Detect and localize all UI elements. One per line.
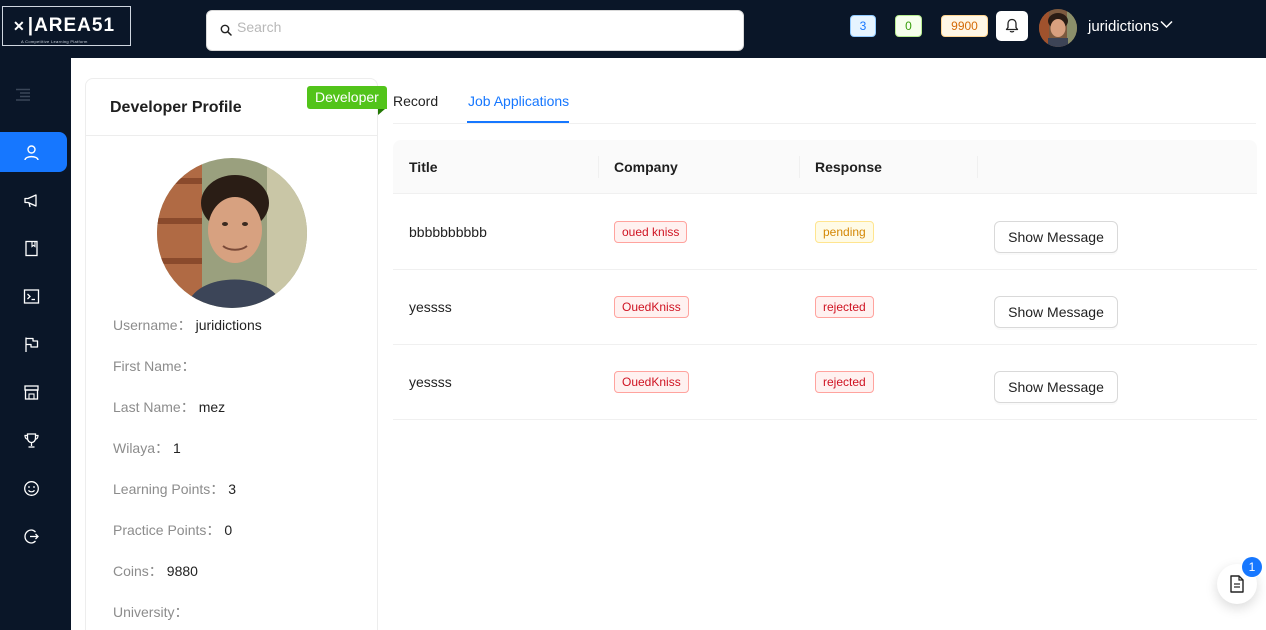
ribbon-corner	[378, 109, 385, 115]
sidebar-item-courses[interactable]	[0, 228, 67, 268]
show-message-button[interactable]: Show Message	[994, 221, 1118, 253]
column-divider	[977, 156, 978, 178]
column-divider	[799, 156, 800, 178]
column-header-response[interactable]: Response	[815, 159, 882, 175]
trophy-icon	[24, 432, 39, 448]
logo-wordmark: ✕ |AREA51	[13, 15, 116, 36]
username-label[interactable]: juridictions	[1088, 18, 1159, 35]
table-header: Title Company Response	[393, 140, 1257, 194]
field-coins: Coins： 9880	[113, 563, 198, 579]
logo-tagline: A Competitive Learning Platform	[21, 39, 88, 44]
cell-title: bbbbbbbbbb	[409, 224, 487, 240]
bell-icon	[1005, 18, 1019, 33]
stat-badge-blue: 3	[850, 15, 876, 37]
terminal-icon	[23, 288, 40, 304]
megaphone-icon	[24, 193, 37, 207]
top-bar: ✕ |AREA51 A Competitive Learning Platform…	[0, 0, 1266, 58]
shop-icon	[24, 384, 39, 400]
field-last-name: Last Name： mez	[113, 399, 226, 415]
company-tag: OuedKniss	[614, 296, 689, 318]
field-username: Username： juridictions	[113, 317, 262, 333]
satellite-icon: ✕	[13, 18, 26, 34]
chevron-down-icon[interactable]	[1160, 20, 1173, 29]
search-icon	[220, 24, 232, 36]
notifications-button[interactable]	[996, 11, 1028, 41]
sidebar-item-community[interactable]	[0, 468, 67, 508]
field-wilaya: Wilaya： 1	[113, 440, 181, 456]
sidebar-item-logout[interactable]	[0, 516, 67, 556]
field-first-name: First Name：	[113, 358, 196, 374]
company-tag: OuedKniss	[614, 371, 689, 393]
menu-fold-icon[interactable]	[15, 88, 31, 102]
response-tag: rejected	[815, 371, 874, 393]
file-text-icon	[1230, 575, 1244, 593]
avatar[interactable]	[1039, 9, 1077, 47]
sidebar-item-announcements[interactable]	[0, 180, 67, 220]
field-university: University：	[113, 604, 189, 620]
logout-icon	[24, 528, 39, 544]
table-row: bbbbbbbbbb oued kniss pending Show Messa…	[393, 195, 1257, 270]
tab-job-applications[interactable]: Job Applications	[468, 93, 569, 109]
flag-icon	[25, 337, 39, 352]
show-message-button[interactable]: Show Message	[994, 371, 1118, 403]
search-input[interactable]	[237, 17, 727, 37]
stat-badge-green: 0	[895, 15, 922, 37]
company-tag: oued kniss	[614, 221, 688, 243]
response-tag: rejected	[815, 296, 874, 318]
role-ribbon: Developer	[307, 86, 387, 109]
user-icon	[24, 144, 39, 160]
tabs-divider	[393, 123, 1256, 124]
field-practice-points: Practice Points： 0	[113, 522, 233, 538]
sidebar-item-leaderboard[interactable]	[0, 420, 67, 460]
search-box[interactable]	[206, 10, 744, 51]
stat-badge-orange: 9900	[941, 15, 988, 37]
cell-title: yessss	[409, 374, 452, 390]
show-message-button[interactable]: Show Message	[994, 296, 1118, 328]
sidebar-item-challenges[interactable]	[0, 324, 67, 364]
tab-record[interactable]: Record	[393, 93, 438, 109]
notification-count-badge: 1	[1242, 557, 1262, 577]
profile-avatar	[157, 158, 307, 308]
smile-icon	[24, 480, 39, 496]
column-header-company[interactable]: Company	[614, 159, 678, 175]
book-icon	[25, 240, 38, 256]
field-learning-points: Learning Points： 3	[113, 481, 237, 497]
sidebar-item-profile[interactable]	[0, 132, 67, 172]
column-divider	[598, 156, 599, 178]
cell-title: yessss	[409, 299, 452, 315]
response-tag: pending	[815, 221, 874, 243]
column-header-title[interactable]: Title	[409, 159, 438, 175]
sidebar	[0, 58, 71, 630]
sidebar-item-practice[interactable]	[0, 276, 67, 316]
logo[interactable]: ✕ |AREA51 A Competitive Learning Platform	[2, 6, 131, 46]
table-row: yessss OuedKniss rejected Show Message	[393, 345, 1257, 420]
card-title: Developer Profile	[110, 99, 242, 116]
sidebar-item-shop[interactable]	[0, 372, 67, 412]
table-row: yessss OuedKniss rejected Show Message	[393, 270, 1257, 345]
